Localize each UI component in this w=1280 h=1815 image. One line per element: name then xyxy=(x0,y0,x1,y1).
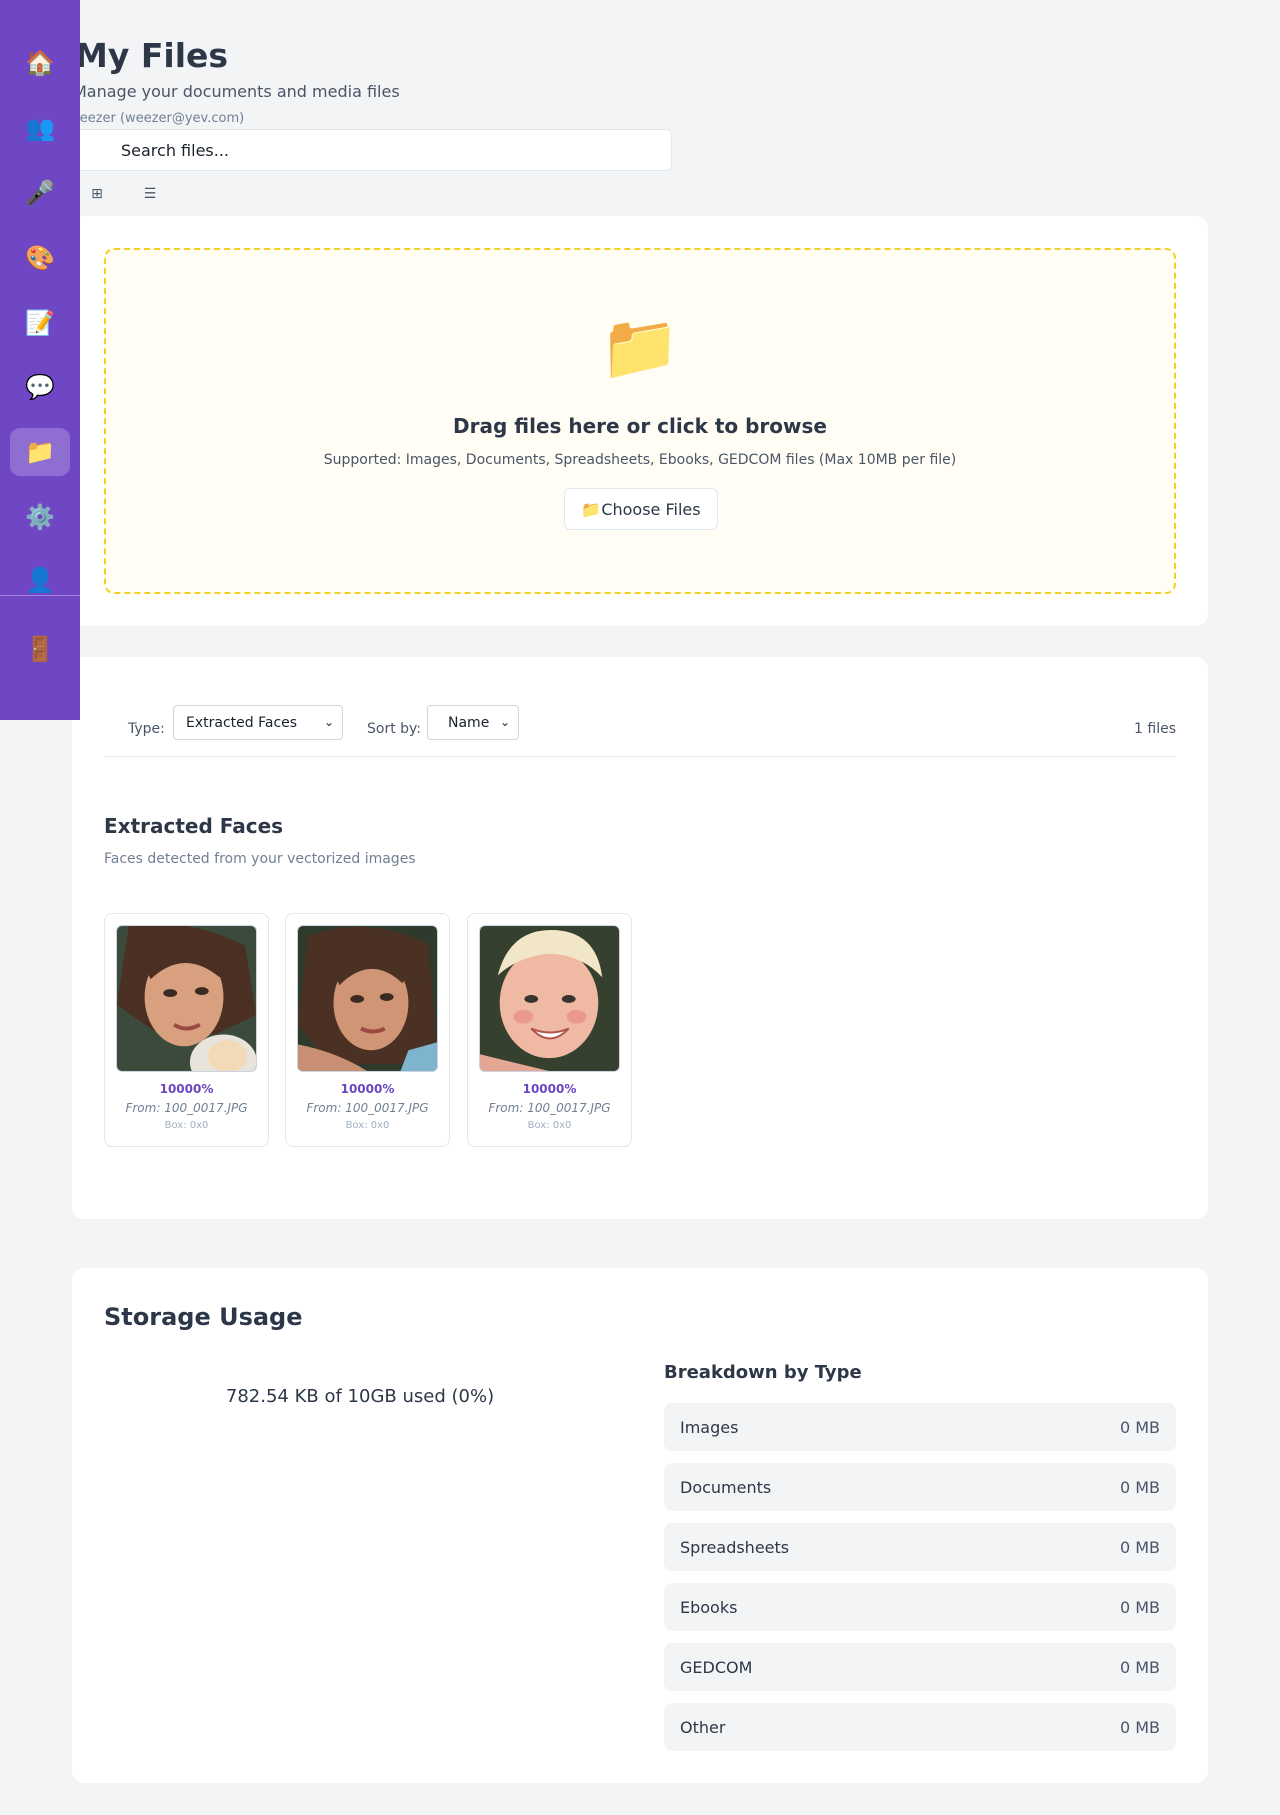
breakdown-title: Breakdown by Type xyxy=(664,1362,862,1383)
list-view-button[interactable]: ☰ xyxy=(135,182,165,206)
list-icon: ☰ xyxy=(143,186,157,202)
face-card[interactable]: 10000% From: 100_0017.JPG Box: 0x0 xyxy=(285,913,450,1147)
memo-icon: 📝 xyxy=(25,309,55,337)
face-score: 10000% xyxy=(159,1082,214,1096)
breakdown-type: Other xyxy=(680,1718,726,1737)
face-photo xyxy=(480,926,619,1071)
face-box: Box: 0x0 xyxy=(345,1120,390,1131)
section-description: Faces detected from your vectorized imag… xyxy=(104,851,416,867)
breakdown-row-other: Other 0 MB xyxy=(664,1703,1176,1751)
face-thumbnail xyxy=(479,925,620,1072)
upload-card: 📁 Drag files here or click to browse Sup… xyxy=(72,216,1208,626)
face-box: Box: 0x0 xyxy=(164,1120,209,1131)
breakdown-size: 0 MB xyxy=(1119,1418,1160,1437)
chevron-down-icon: ⌄ xyxy=(499,715,510,729)
sort-label: Sort by: xyxy=(367,721,422,737)
sidebar-item-logout[interactable]: 🚪 xyxy=(10,625,70,673)
file-count: 1 files xyxy=(1134,721,1176,737)
grid-view-button[interactable]: ⊞ xyxy=(82,182,112,206)
face-photo xyxy=(298,926,437,1071)
breakdown-type: Images xyxy=(680,1418,739,1437)
breakdown-size: 0 MB xyxy=(1119,1478,1160,1497)
folder-icon: 📁 xyxy=(600,311,680,385)
files-card: Type: Extracted Faces ⌄ Sort by: Name ⌄ … xyxy=(72,657,1208,1219)
face-thumbnail xyxy=(116,925,257,1072)
palette-icon: 🎨 xyxy=(25,244,55,272)
face-score: 10000% xyxy=(522,1082,577,1096)
storage-card: Storage Usage 782.54 KB of 10GB used (0%… xyxy=(72,1268,1208,1783)
breakdown-row-spreadsheets: Spreadsheets 0 MB xyxy=(664,1523,1176,1571)
filter-bar: Type: Extracted Faces ⌄ Sort by: Name ⌄ … xyxy=(104,705,1176,757)
breakdown-size: 0 MB xyxy=(1119,1598,1160,1617)
dropzone-hint: Supported: Images, Documents, Spreadshee… xyxy=(323,452,957,468)
face-card[interactable]: 10000% From: 100_0017.JPG Box: 0x0 xyxy=(104,913,269,1147)
user-icon: 👤 xyxy=(25,566,55,594)
face-source: From: 100_0017.JPG xyxy=(488,1101,611,1115)
upload-dropzone[interactable]: 📁 Drag files here or click to browse Sup… xyxy=(104,248,1176,594)
face-card[interactable]: 10000% From: 100_0017.JPG Box: 0x0 xyxy=(467,913,632,1147)
breakdown-size: 0 MB xyxy=(1119,1718,1160,1737)
sidebar-item-files[interactable]: 📁 xyxy=(10,428,70,476)
search-input[interactable] xyxy=(71,130,671,170)
gear-icon: ⚙️ xyxy=(25,503,55,531)
sidebar-item-chat[interactable]: 💬 xyxy=(10,363,70,411)
dropzone-title: Drag files here or click to browse xyxy=(453,414,827,438)
face-source: From: 100_0017.JPG xyxy=(125,1101,248,1115)
type-filter-select[interactable]: Extracted Faces ⌄ xyxy=(173,705,343,740)
people-icon: 👥 xyxy=(25,114,55,142)
user-info: veezer (weezer@yev.com) xyxy=(72,111,245,126)
sidebar-item-people[interactable]: 👥 xyxy=(10,104,70,152)
breakdown-row-images: Images 0 MB xyxy=(664,1403,1176,1451)
face-photo xyxy=(117,926,256,1071)
grid-icon: ⊞ xyxy=(91,186,103,202)
breakdown-row-documents: Documents 0 MB xyxy=(664,1463,1176,1511)
face-box: Box: 0x0 xyxy=(527,1120,572,1131)
sort-select[interactable]: Name ⌄ xyxy=(427,705,519,740)
sidebar-item-art[interactable]: 🎨 xyxy=(10,234,70,282)
sidebar-item-settings[interactable]: ⚙️ xyxy=(10,493,70,541)
type-filter-label: Type: xyxy=(128,721,165,737)
sidebar-item-home[interactable]: 🏠 xyxy=(10,39,70,87)
chevron-down-icon: ⌄ xyxy=(323,715,334,729)
home-icon: 🏠 xyxy=(25,49,55,77)
speech-bubble-icon: 💬 xyxy=(25,373,55,401)
breakdown-row-ebooks: Ebooks 0 MB xyxy=(664,1583,1176,1631)
breakdown-type: Documents xyxy=(680,1478,772,1497)
page-subtitle: Manage your documents and media files xyxy=(73,82,400,101)
search-box xyxy=(70,129,672,171)
breakdown-type: GEDCOM xyxy=(680,1658,753,1677)
breakdown-row-gedcom: GEDCOM 0 MB xyxy=(664,1643,1176,1691)
breakdown-type: Ebooks xyxy=(680,1598,738,1617)
choose-files-button[interactable]: 📁Choose Files xyxy=(564,488,718,530)
sort-value: Name xyxy=(448,714,490,731)
sidebar-item-notes[interactable]: 📝 xyxy=(10,299,70,347)
sidebar-item-voice[interactable]: 🎤 xyxy=(10,169,70,217)
face-thumbnail xyxy=(297,925,438,1072)
sidebar-divider xyxy=(0,595,80,596)
face-source: From: 100_0017.JPG xyxy=(306,1101,429,1115)
folder-icon: 📁 xyxy=(25,438,55,466)
page-title: My Files xyxy=(75,36,229,75)
breakdown-size: 0 MB xyxy=(1119,1538,1160,1557)
type-filter-value: Extracted Faces xyxy=(186,714,298,731)
breakdown-type: Spreadsheets xyxy=(680,1538,790,1557)
storage-used-text: 782.54 KB of 10GB used (0%) xyxy=(225,1386,495,1407)
section-title: Extracted Faces xyxy=(104,814,284,838)
sidebar: 🏠 👥 🎤 🎨 📝 💬 📁 ⚙️ 👤 🚪 xyxy=(0,0,80,720)
microphone-icon: 🎤 xyxy=(25,179,55,207)
door-icon: 🚪 xyxy=(25,635,55,663)
breakdown-size: 0 MB xyxy=(1119,1658,1160,1677)
sidebar-item-profile[interactable]: 👤 xyxy=(10,556,70,604)
storage-title: Storage Usage xyxy=(104,1303,303,1331)
face-score: 10000% xyxy=(340,1082,395,1096)
